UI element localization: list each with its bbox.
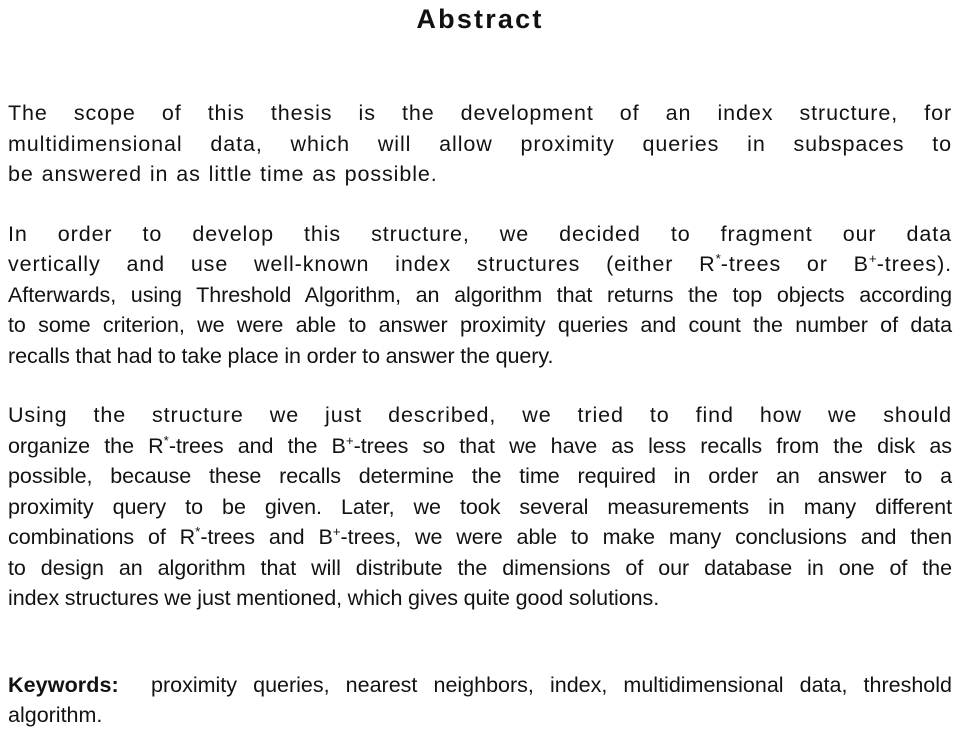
paragraph-line: Using the structure we just described, w…	[8, 403, 952, 427]
paragraph-line: Afterwards, using Threshold Algorithm, a…	[8, 282, 952, 307]
keywords-spacer	[119, 673, 151, 697]
keywords-line: algorithm.	[8, 703, 103, 727]
paragraph-line: The scope of this thesis is the developm…	[8, 101, 952, 125]
paragraph-line-with-superscripts: combinations of R*-trees and B+-trees, w…	[8, 522, 952, 553]
paragraph-line: to design an algorithm that will distrib…	[8, 555, 952, 580]
line-text-between-trees: -trees or B	[720, 252, 869, 276]
paragraph-line: possible, because these recalls determin…	[8, 464, 952, 488]
bplus-superscript: +	[868, 250, 877, 266]
bplus-superscript: +	[345, 432, 354, 448]
paragraph-line: multidimensional data, which will allow …	[8, 131, 952, 156]
line-text-before-rtree: combinations of R	[8, 525, 196, 549]
line-text-between-trees: -trees and the B	[168, 433, 346, 458]
line-text-after-btree: -trees so that we have as less recalls f…	[353, 433, 952, 458]
keywords-label: Keywords:	[8, 672, 119, 697]
line-text-before-rtree: vertically and use well-known index stru…	[8, 252, 716, 276]
paragraph-line: to some criterion, we were able to answe…	[8, 313, 952, 337]
line-text-after-btree: -trees, we were able to make many conclu…	[340, 525, 952, 549]
line-text-between-trees: -trees and B	[200, 525, 333, 549]
keywords-line: Keywords: proximity queries, nearest nei…	[8, 670, 952, 701]
paragraph-line: be answered in as little time as possibl…	[8, 162, 438, 186]
paragraph-line: index structures we just mentioned, whic…	[8, 586, 660, 610]
line-text-after-btree: -trees).	[876, 252, 953, 276]
abstract-paragraph-1: The scope of this thesis is the developm…	[8, 98, 952, 190]
page-title: Abstract	[416, 4, 544, 34]
paragraph-line: proximity query to be given. Later, we t…	[8, 494, 952, 519]
line-text-before-rtree: organize the R	[8, 433, 164, 458]
bplus-superscript: +	[332, 523, 341, 539]
abstract-page: Abstract The scope of this thesis is the…	[0, 0, 960, 727]
abstract-paragraph-2: In order to develop this structure, we d…	[8, 219, 952, 372]
keywords-section: Keywords: proximity queries, nearest nei…	[8, 670, 952, 731]
abstract-paragraph-3: Using the structure we just described, w…	[8, 400, 952, 614]
paragraph-line-with-superscripts: organize the R*-trees and the B+-trees s…	[8, 431, 952, 462]
paragraph-line: In order to develop this structure, we d…	[8, 221, 952, 246]
paragraph-line-with-superscripts: vertically and use well-known index stru…	[8, 249, 952, 280]
keywords-terms-line-1: proximity queries, nearest neighbors, in…	[151, 672, 952, 697]
paragraph-line: recalls that had to take place in order …	[8, 343, 554, 368]
